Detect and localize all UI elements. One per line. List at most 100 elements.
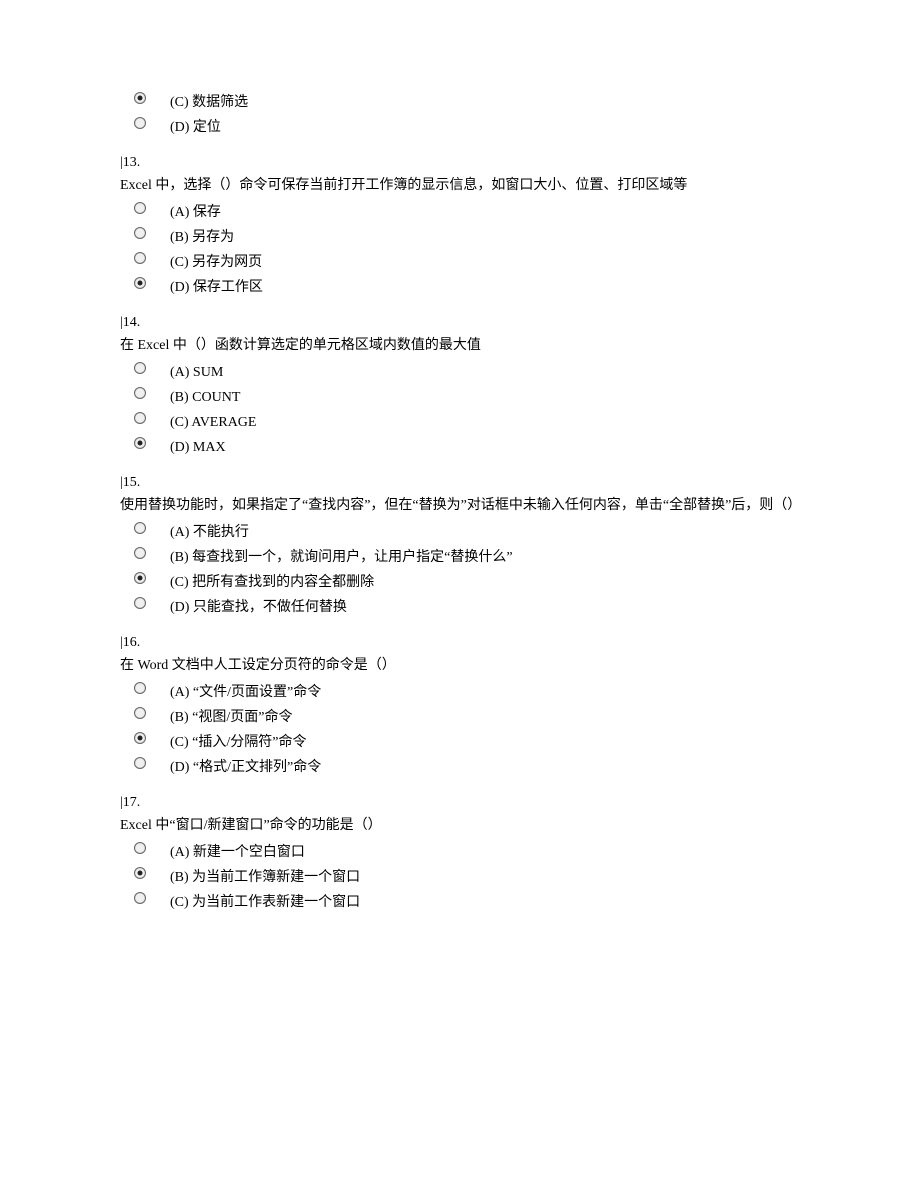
option-label: (D) 只能查找，不做任何替换: [170, 595, 347, 618]
radio-button[interactable]: [120, 360, 170, 374]
option-label: (A) “文件/页面设置”命令: [170, 680, 321, 703]
question-number: |17.: [120, 795, 140, 810]
radio-unchecked-icon: [134, 757, 146, 769]
radio-unchecked-icon: [134, 227, 146, 239]
radio-unchecked-icon: [134, 252, 146, 264]
option-row: (B) “视图/页面”命令: [120, 705, 800, 728]
option-row: (B) COUNT: [120, 385, 800, 408]
radio-checked-icon: [134, 732, 146, 744]
question-16: |16. 在 Word 文档中人工设定分页符的命令是（） (A) “文件/页面设…: [120, 632, 800, 778]
radio-button[interactable]: [120, 520, 170, 534]
radio-button[interactable]: [120, 435, 170, 449]
option-row: (A) 不能执行: [120, 520, 800, 543]
question-text: 在 Excel 中（）函数计算选定的单元格区域内数值的最大值: [120, 335, 800, 356]
radio-button[interactable]: [120, 200, 170, 214]
option-row: (D) “格式/正文排列”命令: [120, 755, 800, 778]
radio-button[interactable]: [120, 755, 170, 769]
radio-unchecked-icon: [134, 202, 146, 214]
option-row: (A) “文件/页面设置”命令: [120, 680, 800, 703]
radio-button[interactable]: [120, 570, 170, 584]
radio-unchecked-icon: [134, 707, 146, 719]
radio-unchecked-icon: [134, 892, 146, 904]
radio-button[interactable]: [120, 275, 170, 289]
option-label: (D) 保存工作区: [170, 275, 263, 298]
radio-button[interactable]: [120, 90, 170, 104]
option-row: (C) 把所有查找到的内容全都删除: [120, 570, 800, 593]
option-row: (A) 新建一个空白窗口: [120, 840, 800, 863]
radio-unchecked-icon: [134, 597, 146, 609]
option-label: (A) SUM: [170, 360, 223, 383]
radio-unchecked-icon: [134, 117, 146, 129]
question-text: 在 Word 文档中人工设定分页符的命令是（）: [120, 655, 800, 676]
question-text: Excel 中，选择（）命令可保存当前打开工作簿的显示信息，如窗口大小、位置、打…: [120, 175, 800, 196]
option-row: (B) 为当前工作簿新建一个窗口: [120, 865, 800, 888]
radio-unchecked-icon: [134, 387, 146, 399]
question-number: |14.: [120, 315, 140, 330]
question-number: |15.: [120, 475, 140, 490]
option-label: (B) 另存为: [170, 225, 234, 248]
radio-button[interactable]: [120, 840, 170, 854]
radio-button[interactable]: [120, 865, 170, 879]
radio-checked-icon: [134, 277, 146, 289]
option-row: (C) 另存为网页: [120, 250, 800, 273]
radio-checked-icon: [134, 572, 146, 584]
radio-unchecked-icon: [134, 362, 146, 374]
option-row: (D) 定位: [120, 115, 800, 138]
option-row: (C) “插入/分隔符”命令: [120, 730, 800, 753]
option-row: (C) 数据筛选: [120, 90, 800, 113]
option-label: (D) MAX: [170, 435, 226, 458]
radio-button[interactable]: [120, 250, 170, 264]
option-label: (B) 为当前工作簿新建一个窗口: [170, 865, 360, 888]
question-number: |16.: [120, 635, 140, 650]
radio-button[interactable]: [120, 115, 170, 129]
options-list: (A) 新建一个空白窗口 (B) 为当前工作簿新建一个窗口 (C) 为当前工作表…: [120, 840, 800, 913]
radio-unchecked-icon: [134, 682, 146, 694]
option-label: (B) “视图/页面”命令: [170, 705, 292, 728]
question-14: |14. 在 Excel 中（）函数计算选定的单元格区域内数值的最大值 (A) …: [120, 312, 800, 458]
option-row: (D) 保存工作区: [120, 275, 800, 298]
question-12-partial-options: (C) 数据筛选 (D) 定位: [120, 90, 800, 138]
question-header: |14.: [120, 312, 800, 333]
question-number: |13.: [120, 155, 140, 170]
radio-button[interactable]: [120, 730, 170, 744]
question-text: 使用替换功能时，如果指定了“查找内容”，但在“替换为”对话框中未输入任何内容，单…: [120, 495, 800, 516]
option-label: (B) COUNT: [170, 385, 240, 408]
radio-button[interactable]: [120, 705, 170, 719]
option-label: (A) 新建一个空白窗口: [170, 840, 305, 863]
question-header: |16.: [120, 632, 800, 653]
option-row: (A) 保存: [120, 200, 800, 223]
radio-button[interactable]: [120, 225, 170, 239]
question-header: |15.: [120, 472, 800, 493]
radio-button[interactable]: [120, 410, 170, 424]
radio-unchecked-icon: [134, 547, 146, 559]
option-row: (C) 为当前工作表新建一个窗口: [120, 890, 800, 913]
radio-unchecked-icon: [134, 522, 146, 534]
options-list: (A) 不能执行 (B) 每查找到一个，就询问用户，让用户指定“替换什么” (C…: [120, 520, 800, 618]
option-label: (C) “插入/分隔符”命令: [170, 730, 306, 753]
option-label: (A) 保存: [170, 200, 221, 223]
option-row: (A) SUM: [120, 360, 800, 383]
radio-checked-icon: [134, 92, 146, 104]
question-15: |15. 使用替换功能时，如果指定了“查找内容”，但在“替换为”对话框中未输入任…: [120, 472, 800, 618]
page-content: (C) 数据筛选 (D) 定位 |13. Excel 中，选择（）命令可保存当前…: [0, 0, 920, 1027]
option-label: (C) 为当前工作表新建一个窗口: [170, 890, 360, 913]
option-row: (D) MAX: [120, 435, 800, 458]
radio-button[interactable]: [120, 595, 170, 609]
option-label: (C) 把所有查找到的内容全都删除: [170, 570, 374, 593]
options-list: (A) 保存 (B) 另存为 (C) 另存为网页 (D) 保存工作区: [120, 200, 800, 298]
radio-button[interactable]: [120, 545, 170, 559]
radio-button[interactable]: [120, 385, 170, 399]
radio-button[interactable]: [120, 680, 170, 694]
option-label: (D) “格式/正文排列”命令: [170, 755, 321, 778]
option-label: (B) 每查找到一个，就询问用户，让用户指定“替换什么”: [170, 545, 513, 568]
option-row: (C) AVERAGE: [120, 410, 800, 433]
radio-unchecked-icon: [134, 412, 146, 424]
options-list: (A) SUM (B) COUNT (C) AVERAGE (D) MAX: [120, 360, 800, 458]
radio-checked-icon: [134, 867, 146, 879]
option-label: (C) 数据筛选: [170, 90, 248, 113]
option-row: (B) 另存为: [120, 225, 800, 248]
question-text: Excel 中“窗口/新建窗口”命令的功能是（）: [120, 815, 800, 836]
option-label: (A) 不能执行: [170, 520, 249, 543]
option-label: (D) 定位: [170, 115, 221, 138]
radio-button[interactable]: [120, 890, 170, 904]
